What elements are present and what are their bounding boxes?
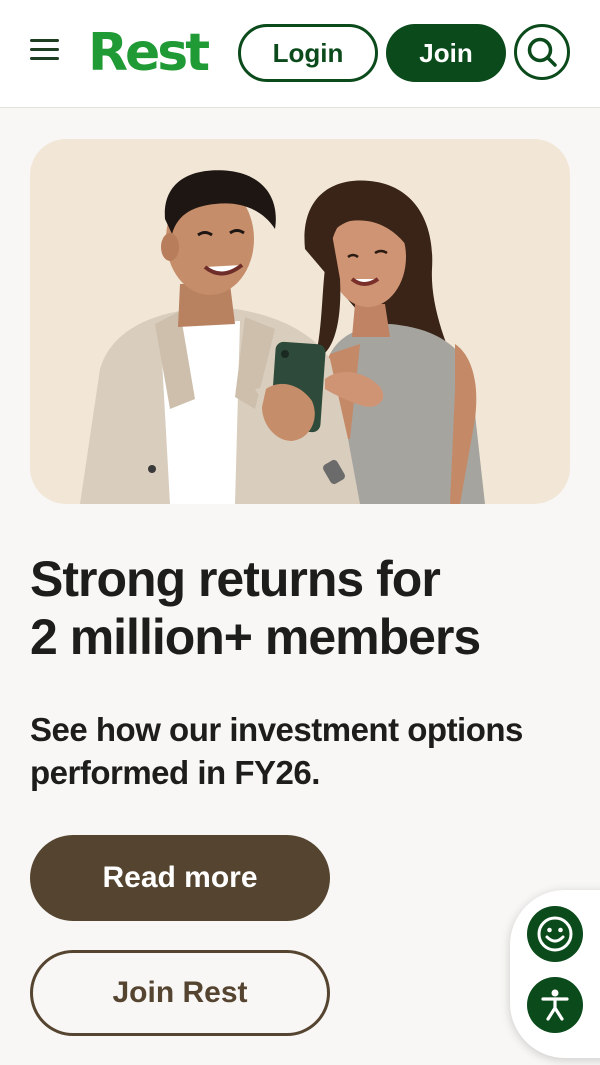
- subtitle-line-2: performed in FY26.: [30, 754, 320, 791]
- page-subtitle: See how our investment options performed…: [30, 708, 570, 794]
- site-header: Rest Login Join: [0, 0, 600, 108]
- search-button[interactable]: [514, 24, 570, 80]
- smiley-face-icon: [537, 916, 573, 952]
- join-button[interactable]: Join: [386, 24, 506, 82]
- page-title: Strong returns for 2 million+ members: [30, 550, 570, 666]
- hamburger-menu-icon[interactable]: [30, 38, 60, 62]
- subtitle-line-1: See how our investment options: [30, 711, 523, 748]
- accessibility-button[interactable]: [527, 977, 583, 1033]
- read-more-button[interactable]: Read more: [30, 835, 330, 921]
- floating-widget-panel: [510, 890, 600, 1058]
- accessibility-person-icon: [541, 989, 569, 1021]
- title-line-1: Strong returns for: [30, 551, 441, 607]
- title-line-2: 2 million+ members: [30, 609, 481, 665]
- login-button[interactable]: Login: [238, 24, 378, 82]
- brand-logo[interactable]: Rest: [88, 24, 210, 82]
- feedback-button[interactable]: [527, 906, 583, 962]
- hero-image: [30, 139, 570, 504]
- hero-people-illustration: [80, 170, 485, 504]
- join-rest-button[interactable]: Join Rest: [30, 950, 330, 1036]
- search-icon: [527, 37, 557, 67]
